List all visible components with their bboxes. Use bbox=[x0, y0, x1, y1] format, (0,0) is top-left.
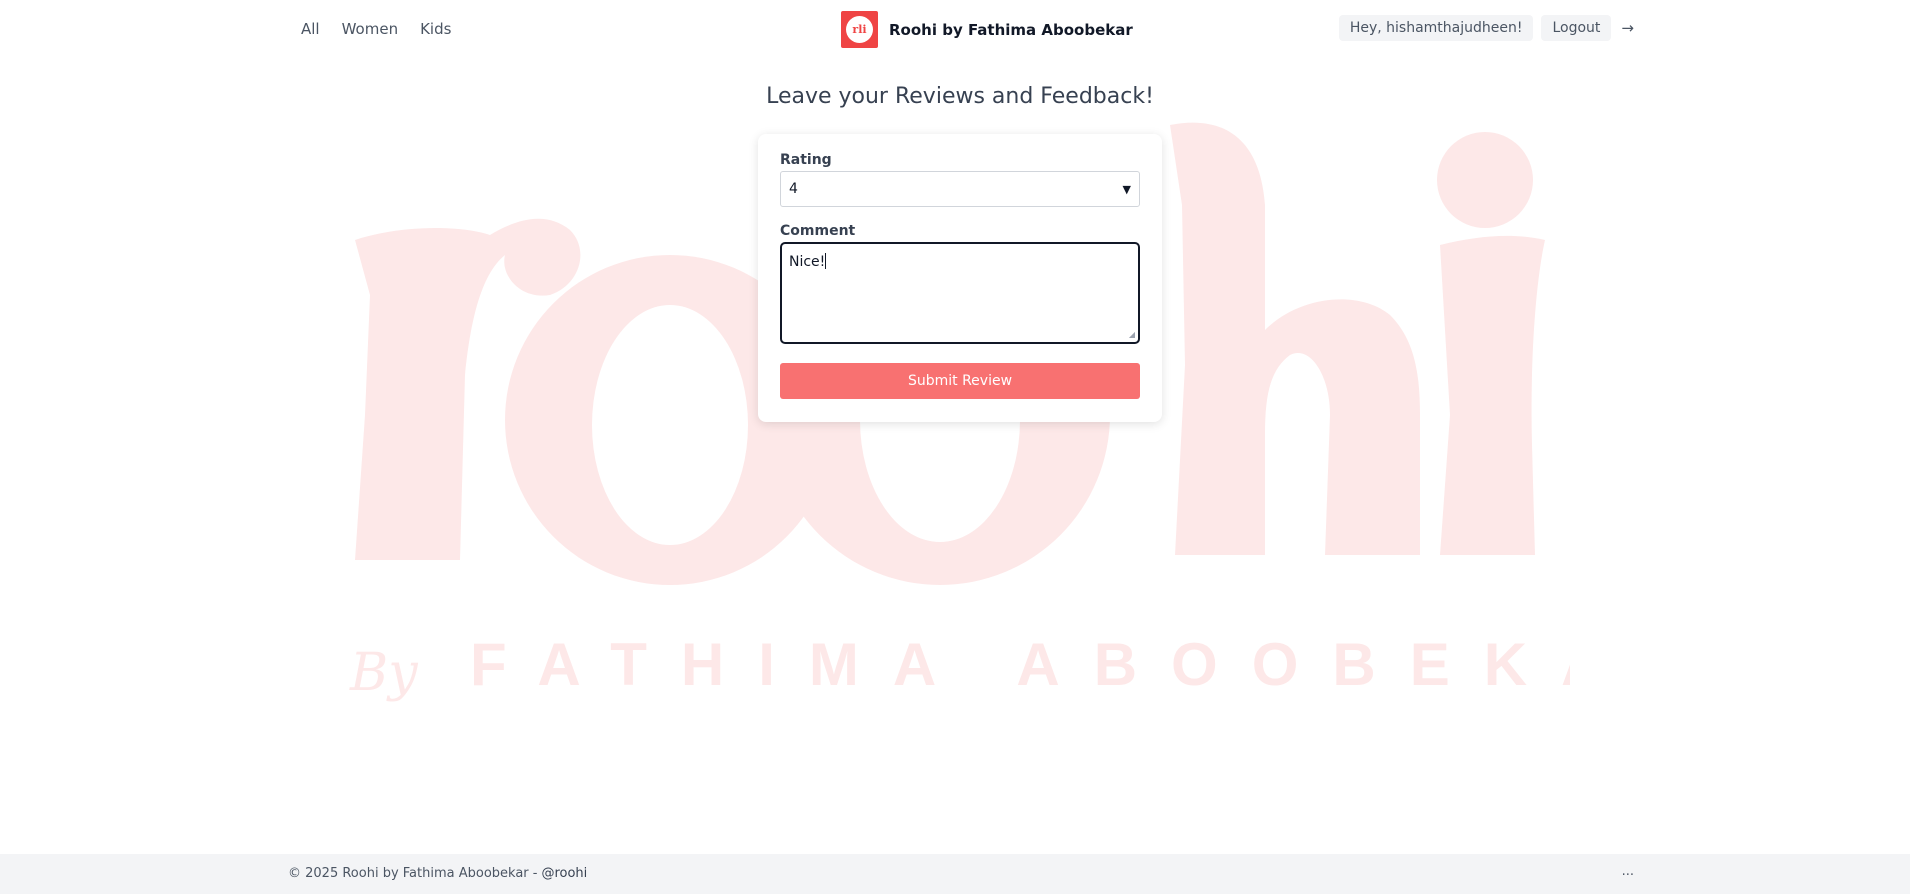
chevron-down-icon: ▼ bbox=[1122, 182, 1131, 196]
nav-link-women[interactable]: Women bbox=[342, 20, 398, 38]
nav-link-all[interactable]: All bbox=[301, 20, 320, 38]
user-greeting[interactable]: Hey, hishamthajudheen! bbox=[1338, 15, 1534, 41]
copyright-text: © 2025 Roohi by Fathima Aboobekar - bbox=[288, 866, 538, 881]
footer-copyright: © 2025 Roohi by Fathima Aboobekar - @rooh… bbox=[288, 866, 587, 881]
page-title: Leave your Reviews and Feedback! bbox=[766, 84, 1154, 109]
footer: © 2025 Roohi by Fathima Aboobekar - @rooh… bbox=[0, 854, 1910, 894]
logout-button[interactable]: Logout bbox=[1541, 15, 1612, 41]
brand-logo: rli bbox=[841, 11, 878, 48]
brand-home-link[interactable]: rli Roohi by Fathima Aboobekar bbox=[841, 11, 1133, 48]
comment-textarea[interactable]: Nice! ◢ bbox=[780, 242, 1140, 344]
arrow-right-icon[interactable]: → bbox=[1621, 19, 1634, 37]
rating-selected-value: 4 bbox=[789, 181, 798, 197]
user-menu: Hey, hishamthajudheen! Logout → bbox=[1338, 15, 1634, 41]
rating-select[interactable]: 4 ▼ bbox=[780, 171, 1140, 207]
footer-more[interactable]: ... bbox=[1622, 864, 1634, 879]
text-caret bbox=[825, 253, 827, 269]
resize-handle-icon[interactable]: ◢ bbox=[1129, 330, 1135, 339]
social-handle-link[interactable]: @roohi bbox=[541, 866, 587, 881]
watermark-by-text: By bbox=[349, 643, 418, 703]
comment-text: Nice! bbox=[789, 254, 826, 270]
brand-name: Roohi by Fathima Aboobekar bbox=[889, 20, 1133, 39]
watermark-name-text: FATHIMA ABOOBEKAR bbox=[470, 631, 1570, 698]
rating-label: Rating bbox=[780, 152, 832, 168]
top-navbar: All Women Kids rli Roohi by Fathima Aboo… bbox=[0, 0, 1910, 58]
submit-review-button[interactable]: Submit Review bbox=[780, 363, 1140, 399]
category-nav: All Women Kids bbox=[301, 20, 451, 38]
comment-label: Comment bbox=[780, 223, 856, 239]
nav-link-kids[interactable]: Kids bbox=[420, 20, 451, 38]
review-form-card: Rating 4 ▼ Comment Nice! ◢ Submit Review bbox=[758, 134, 1162, 422]
brand-logo-mark: rli bbox=[846, 16, 873, 43]
